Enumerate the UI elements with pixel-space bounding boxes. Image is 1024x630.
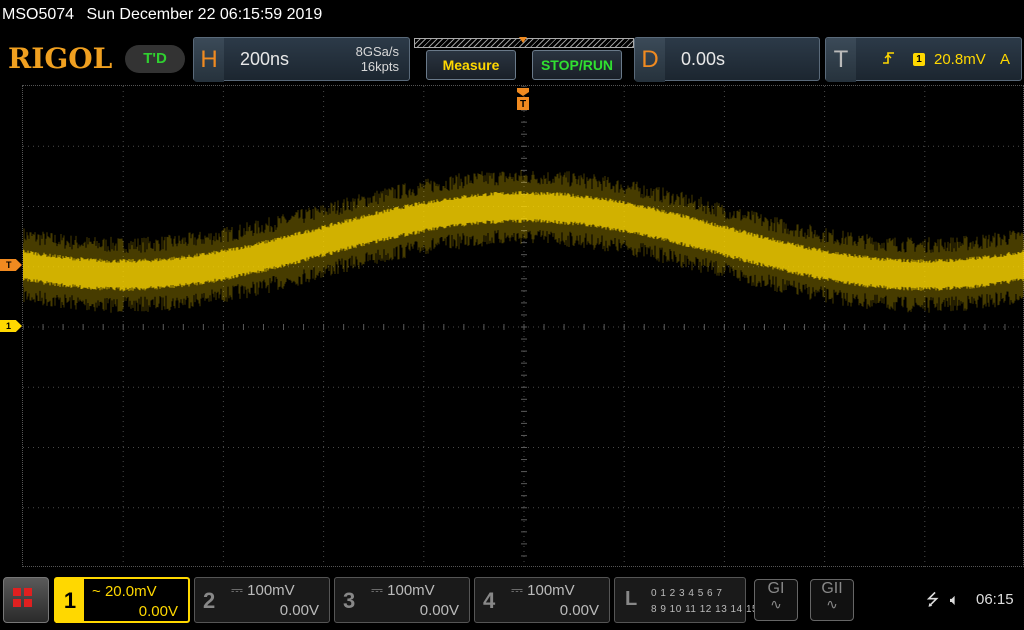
horizontal-panel[interactable]: H 200ns 8GSa/s 16kpts [193,37,410,82]
channel-scale: ⎓ 100mV [511,582,575,599]
memory-position-marker [519,37,527,43]
channel-3-box[interactable]: 3 ⎓ 100mV 0.00V [334,577,470,623]
svg-text:T: T [520,99,526,110]
usb-icon: ⭍ [926,592,940,609]
delay-value: 0.00s [681,49,726,69]
ac-coupling-icon: ~ [92,583,101,600]
trigger-source-badge: 1 [913,53,925,66]
mute-icon[interactable]: 🔈︎ [950,592,960,609]
measure-button[interactable]: Measure [426,50,516,80]
channel-number: 2 [203,588,216,613]
channel1-offset-marker[interactable]: 1 [0,320,22,332]
channel-offset: 0.00V [419,602,459,619]
status-icons: ⭍ 🔈︎ [926,589,959,616]
sine-wave-icon: ∿ [770,596,782,612]
dc-coupling-icon: ⎓ [231,582,243,599]
stop-run-button[interactable]: STOP/RUN [532,50,622,80]
horizontal-letter: H [194,38,224,82]
logic-analyzer-box[interactable]: L 0 1 2 3 4 5 6 7 8 9 10 11 12 13 14 15 [614,577,758,623]
trigger-panel[interactable]: T 1 20.8mV A [825,37,1022,82]
channel-number: 4 [483,588,496,613]
channel-1-box[interactable]: 1 ~ 20.0mV 0.00V [54,577,190,623]
delay-panel[interactable]: D 0.00s [634,37,820,82]
main-menu-button[interactable] [3,577,49,623]
channel-offset: 0.00V [279,602,319,619]
delay-letter: D [635,38,665,82]
run-state-badge[interactable]: T'D [125,45,185,73]
sine-wave-icon: ∿ [826,596,838,612]
channel-scale: ~ 20.0mV [92,583,157,600]
channel-scale: ⎓ 100mV [231,582,295,599]
waveform-display[interactable] [22,85,1024,568]
datetime: Sun December 22 06:15:59 2019 [86,6,323,23]
logic-channels-row2: 8 9 10 11 12 13 14 15 [651,604,759,615]
title-bar: MSO5074 Sun December 22 06:15:59 2019 [2,6,322,24]
channel-offset: 0.00V [559,602,599,619]
clock: 06:15 [976,591,1014,608]
channel-number: 3 [343,588,356,613]
channel-number: 1 [56,579,84,623]
channel-bar: 1 ~ 20.0mV 0.00V 2 ⎓ 100mV 0.00V 3 ⎓ 100… [0,575,1024,630]
rigol-logo: RIGOL [8,42,113,75]
logic-channels-row1: 0 1 2 3 4 5 6 7 [651,588,723,599]
trigger-position-marker[interactable]: T [516,88,530,110]
graticule [23,86,1024,568]
dc-coupling-icon: ⎓ [371,582,383,599]
trigger-letter: T [826,38,856,82]
status-bar: RIGOL T'D H 200ns 8GSa/s 16kpts Measure … [0,36,1024,82]
timebase-value: 200ns [240,49,290,69]
model-name: MSO5074 [2,6,75,23]
generator-1-button[interactable]: GI ∿ [754,579,798,621]
trigger-mode: A [1000,51,1011,68]
trigger-level-marker[interactable]: T [0,259,22,271]
rising-edge-icon [882,50,896,69]
dc-coupling-icon: ⎓ [511,582,523,599]
acquisition-info: 8GSa/s 16kpts [356,44,399,74]
channel-4-box[interactable]: 4 ⎓ 100mV 0.00V [474,577,610,623]
channel-offset: 0.00V [138,603,178,620]
generator-2-button[interactable]: GII ∿ [810,579,854,621]
trigger-level: 20.8mV [934,51,986,68]
channel-scale: ⎓ 100mV [371,582,435,599]
memory-depth: 16kpts [360,59,399,74]
sample-rate: 8GSa/s [355,44,399,59]
channel-2-box[interactable]: 2 ⎓ 100mV 0.00V [194,577,330,623]
logic-label: L [625,588,638,610]
